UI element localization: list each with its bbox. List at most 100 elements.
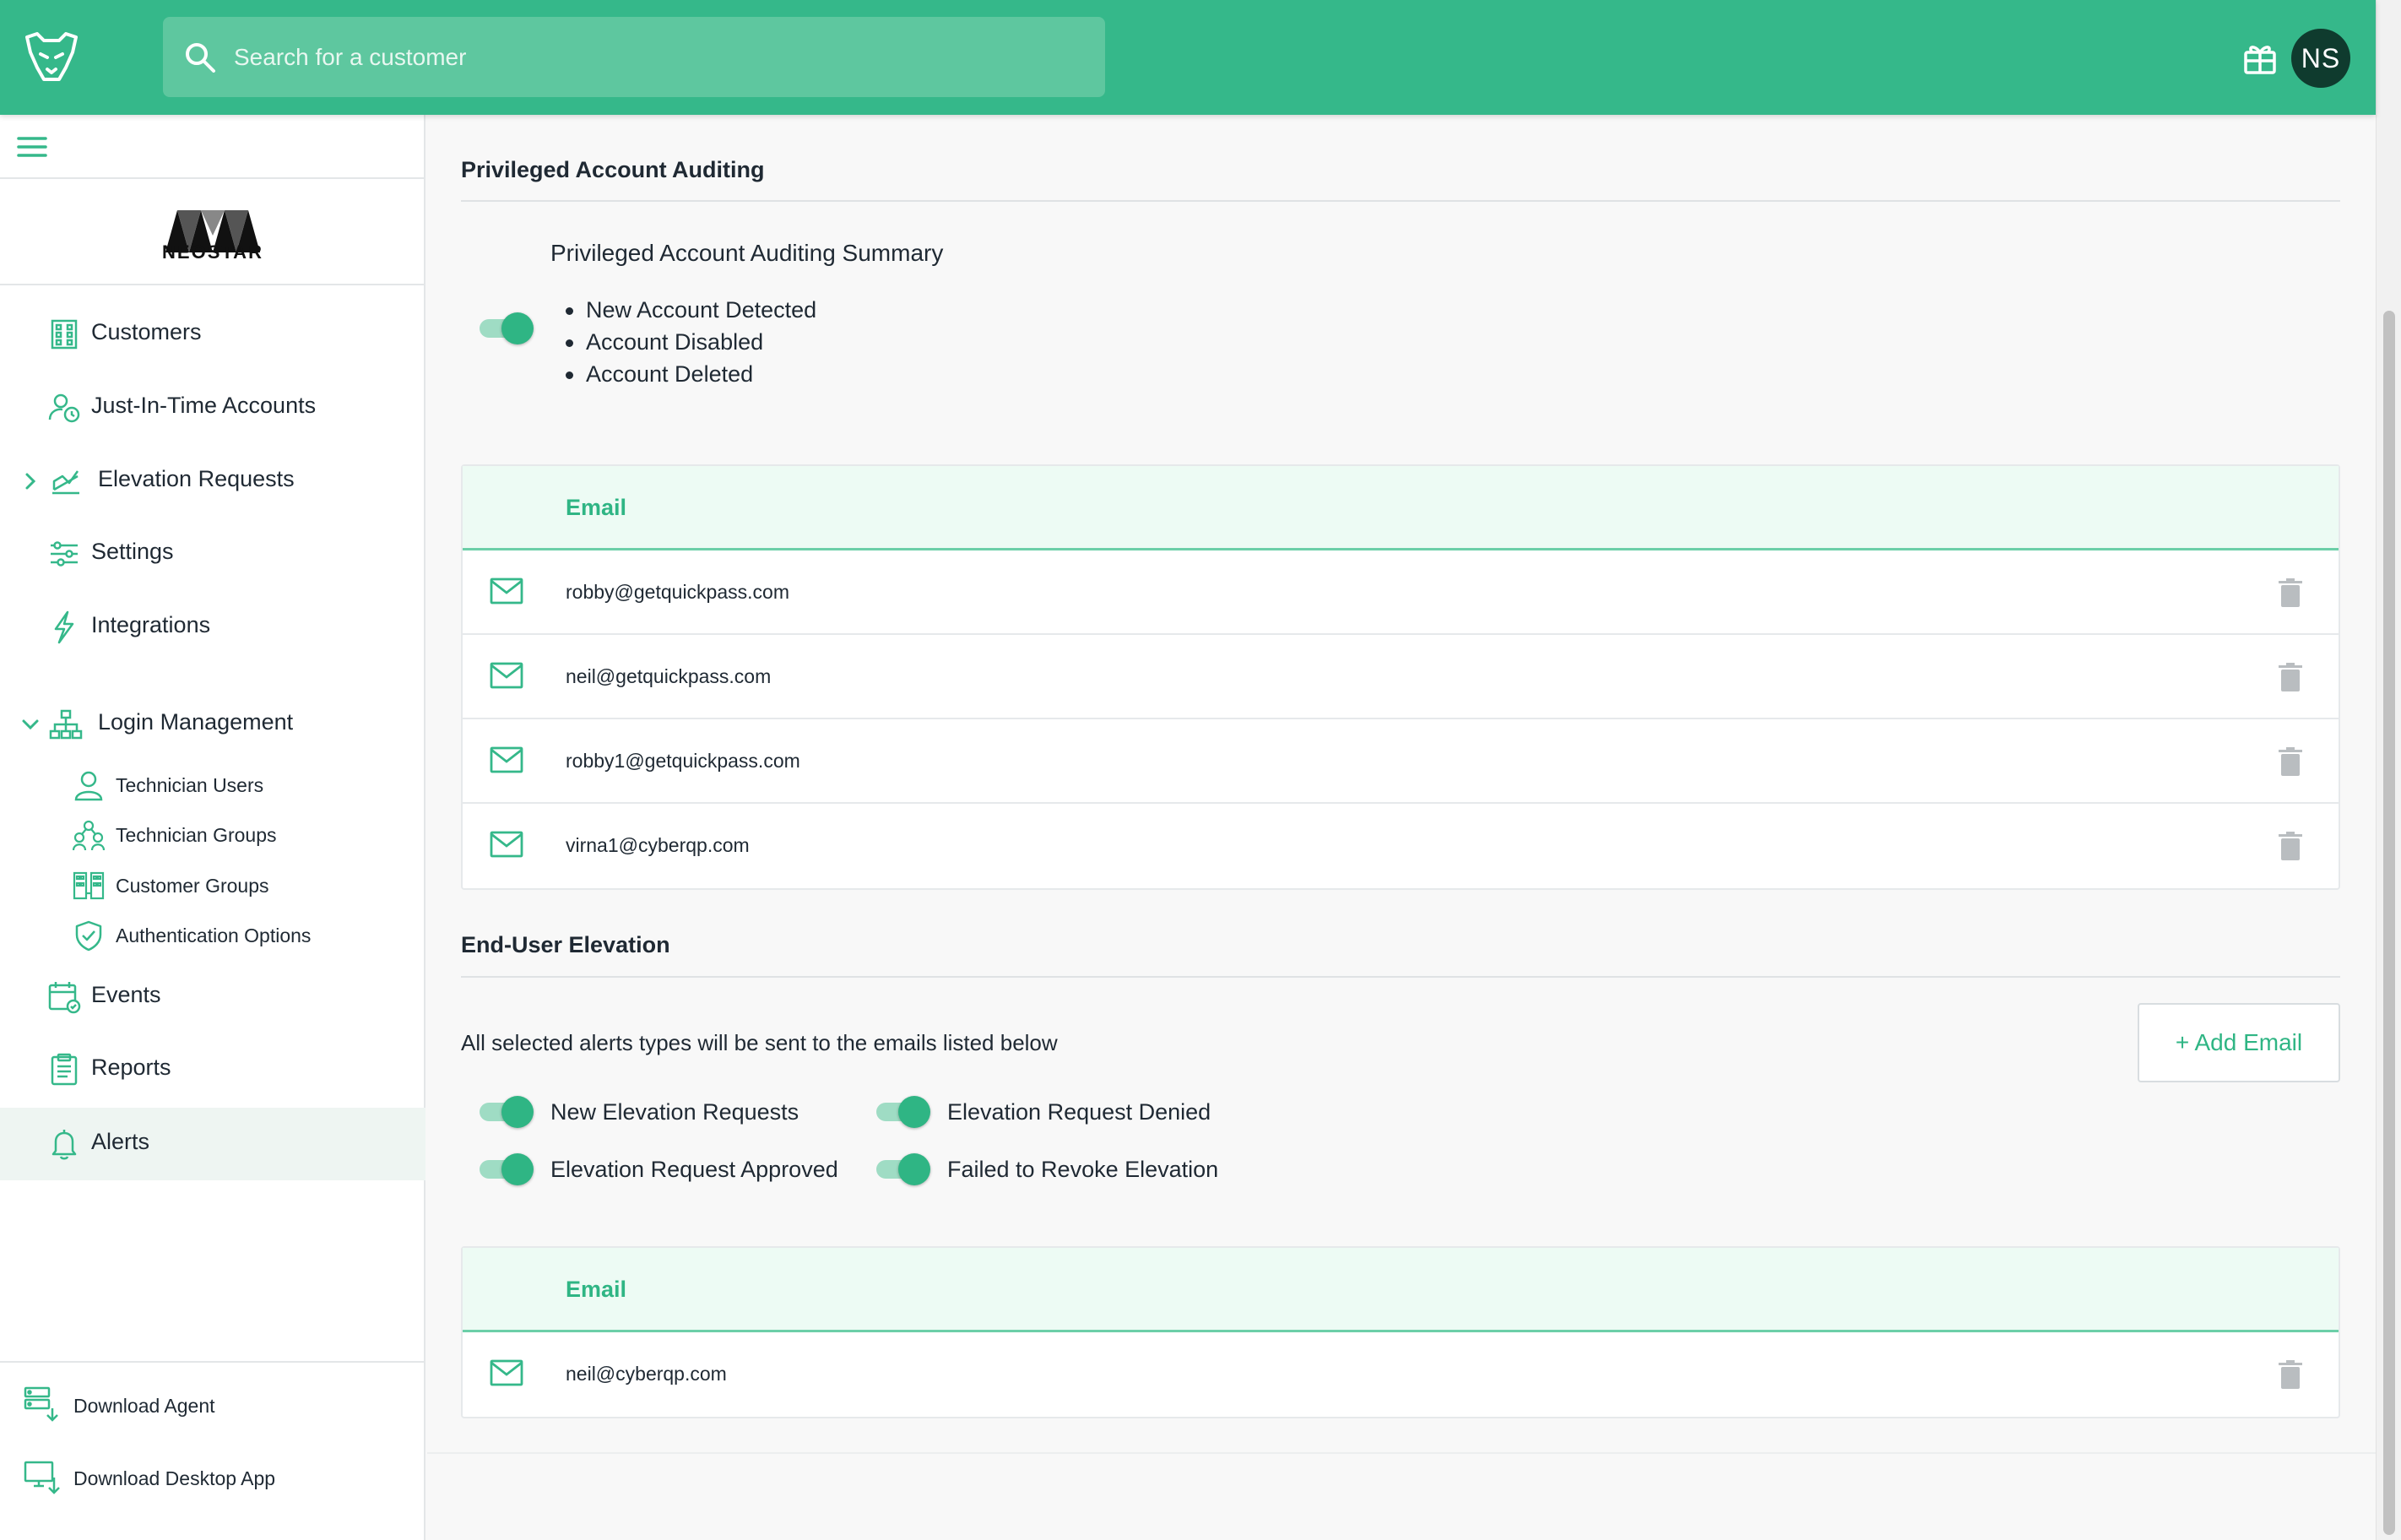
toggle-knob — [898, 1153, 930, 1185]
search-icon — [186, 43, 215, 73]
privileged-summary-title: Privileged Account Auditing Summary — [550, 240, 944, 266]
table-row: virna1@cyberqp.com — [463, 804, 2339, 888]
new-elevation-requests-toggle[interactable] — [478, 1094, 534, 1128]
trash-icon[interactable] — [2278, 662, 2303, 692]
hamburger-menu-icon[interactable] — [17, 135, 47, 159]
sidebar-item-label: Events — [91, 982, 161, 1007]
mail-icon — [490, 746, 523, 773]
sidebar-item-reports[interactable]: Reports — [0, 1036, 425, 1103]
mail-icon — [490, 662, 523, 689]
sidebar-item-label: Integrations — [91, 612, 211, 637]
elevation-email-table: Email neil@cyberqp.com — [461, 1246, 2340, 1418]
search-bar[interactable] — [163, 17, 1105, 97]
sidebar-item-customers[interactable]: Customers — [0, 301, 425, 368]
clipboard-icon — [51, 1053, 78, 1086]
elevation-info-text: All selected alerts types will be sent t… — [461, 1030, 1058, 1055]
email-address: neil@cyberqp.com — [566, 1363, 727, 1385]
sidebar-item-label: Just-In-Time Accounts — [91, 393, 317, 418]
page-scrollbar[interactable] — [2376, 0, 2401, 1540]
sidebar-item-integrations[interactable]: Integrations — [0, 594, 425, 661]
table-row: robby1@getquickpass.com — [463, 719, 2339, 804]
table-row: robby@getquickpass.com — [463, 550, 2339, 635]
building-icon — [51, 319, 78, 350]
users-icon — [73, 820, 105, 851]
sliders-icon — [51, 541, 78, 567]
sidebar-item-elevation-requests[interactable]: Elevation Requests — [0, 447, 425, 515]
list-item: New Account Detected — [566, 294, 816, 326]
trash-icon[interactable] — [2278, 578, 2303, 608]
download-agent-link[interactable]: Download Agent — [0, 1375, 425, 1434]
sidebar-divider — [0, 1361, 425, 1363]
search-input[interactable] — [234, 17, 1078, 97]
failed-to-revoke-elevation-toggle[interactable] — [875, 1152, 930, 1185]
main-content: Privileged Account Auditing Privileged A… — [427, 115, 2376, 1540]
shield-check-icon — [75, 920, 102, 952]
user-avatar[interactable]: NS — [2291, 29, 2350, 88]
elevation-request-denied-toggle[interactable] — [875, 1094, 930, 1128]
lightning-icon — [54, 610, 74, 644]
sidebar-item-label: Customers — [91, 319, 202, 344]
sidebar-item-label: Login Management — [98, 709, 294, 735]
trash-icon[interactable] — [2278, 831, 2303, 861]
monitor-download-icon — [24, 1461, 60, 1494]
failed-to-revoke-elevation-label: Failed to Revoke Elevation — [947, 1157, 1219, 1182]
brand-name: NEOSTAR — [162, 241, 263, 263]
user-clock-icon — [48, 393, 80, 423]
table-header: Email — [463, 466, 2339, 550]
sidebar-subitem-technician-groups[interactable]: Technician Groups — [0, 811, 425, 859]
download-agent-label: Download Agent — [73, 1395, 215, 1417]
email-address: robby@getquickpass.com — [566, 581, 789, 603]
section-divider — [461, 976, 2340, 978]
download-desktop-app-link[interactable]: Download Desktop App — [0, 1447, 425, 1506]
sidebar-subitem-customer-groups[interactable]: Customer Groups — [0, 861, 425, 910]
email-column-header: Email — [566, 495, 627, 520]
server-download-icon — [24, 1386, 58, 1422]
sidebar-item-alerts[interactable]: Alerts — [0, 1108, 425, 1180]
sidebar-subitem-label: Authentication Options — [116, 925, 312, 946]
elevation-request-approved-toggle[interactable] — [478, 1152, 534, 1185]
new-elevation-requests-label: New Elevation Requests — [550, 1099, 799, 1125]
sidebar-item-label: Elevation Requests — [98, 466, 295, 491]
toggle-knob — [501, 1153, 534, 1185]
email-address: robby1@getquickpass.com — [566, 750, 800, 772]
content-bottom-divider — [427, 1452, 2376, 1454]
email-address: neil@getquickpass.com — [566, 665, 772, 687]
privileged-section-title: Privileged Account Auditing — [461, 157, 765, 182]
sidebar-item-login-management[interactable]: Login Management — [0, 691, 425, 758]
elevation-request-approved-label: Elevation Request Approved — [550, 1157, 838, 1182]
sidebar-item-events[interactable]: Events — [0, 963, 425, 1031]
trash-icon[interactable] — [2278, 1359, 2303, 1390]
toggle-knob — [898, 1096, 930, 1128]
section-divider — [461, 200, 2340, 202]
table-header: Email — [463, 1248, 2339, 1332]
add-email-button[interactable]: + Add Email — [2138, 1003, 2340, 1082]
privileged-summary-toggle[interactable] — [478, 311, 534, 344]
mail-icon — [490, 831, 523, 858]
building-group-icon — [73, 871, 105, 900]
table-row: neil@cyberqp.com — [463, 1332, 2339, 1417]
cheetah-logo-icon[interactable] — [22, 30, 81, 84]
org-chart-icon — [49, 709, 83, 740]
scrollbar-thumb[interactable] — [2383, 311, 2395, 1535]
mail-icon — [490, 578, 523, 605]
sidebar-subitem-label: Technician Groups — [116, 824, 277, 846]
elevation-section-title: End-User Elevation — [461, 932, 670, 957]
sidebar-subitem-technician-users[interactable]: Technician Users — [0, 761, 425, 810]
user-icon — [74, 771, 103, 801]
gift-icon[interactable] — [2242, 41, 2278, 76]
list-item: Account Deleted — [566, 358, 816, 390]
sidebar-subitem-label: Technician Users — [116, 774, 264, 796]
sidebar-item-just-in-time-accounts[interactable]: Just-In-Time Accounts — [0, 374, 425, 442]
sidebar-subitem-authentication-options[interactable]: Authentication Options — [0, 911, 425, 960]
calendar-icon — [48, 982, 81, 1014]
sidebar-item-settings[interactable]: Settings — [0, 520, 425, 588]
elevation-request-denied-label: Elevation Request Denied — [947, 1099, 1211, 1125]
chevron-down-icon[interactable] — [20, 713, 41, 736]
bell-icon — [51, 1130, 77, 1160]
chevron-right-icon[interactable] — [20, 469, 41, 493]
email-column-header: Email — [566, 1277, 627, 1302]
sidebar-divider — [0, 177, 425, 179]
sidebar-item-label: Alerts — [91, 1129, 150, 1154]
trash-icon[interactable] — [2278, 746, 2303, 777]
sidebar-item-label: Reports — [91, 1055, 171, 1080]
